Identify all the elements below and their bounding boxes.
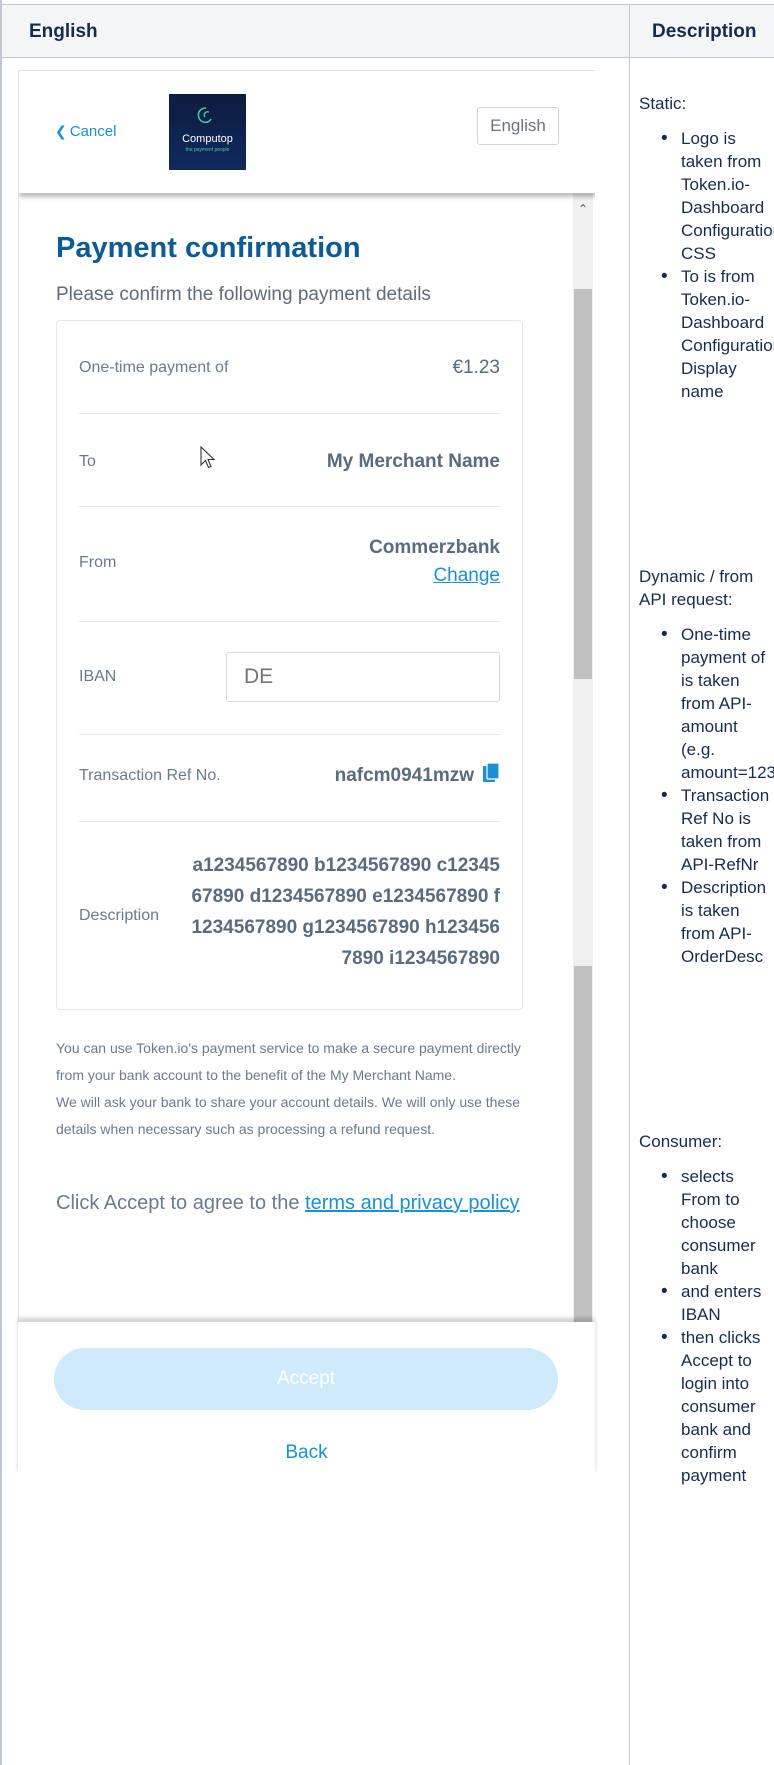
mouse-pointer-icon bbox=[200, 446, 216, 469]
from-row: From Commerzbank Change bbox=[79, 507, 500, 622]
column-header-english: English bbox=[29, 21, 98, 42]
description-row: Description a1234567890 b1234567890 c123… bbox=[79, 822, 500, 1010]
logo-tagline: the payment people bbox=[185, 147, 230, 153]
to-label: To bbox=[79, 453, 96, 470]
back-link[interactable]: Back bbox=[18, 1442, 595, 1464]
dynamic-list: One-time payment of is taken from API-am… bbox=[639, 623, 774, 968]
copy-icon[interactable] bbox=[482, 762, 500, 784]
amount-label: One-time payment of bbox=[79, 359, 229, 376]
footer-bar: Accept Back bbox=[18, 1322, 595, 1475]
dynamic-heading: Dynamic / from API request: bbox=[639, 567, 754, 609]
dynamic-item: One-time payment of is taken from API-am… bbox=[661, 623, 774, 784]
merchant-name: My Merchant Name bbox=[326, 451, 500, 472]
bank-name: Commerzbank bbox=[369, 537, 500, 558]
accept-button[interactable]: Accept bbox=[54, 1348, 558, 1410]
reference-label: Transaction Ref No. bbox=[79, 767, 221, 784]
language-button[interactable]: English bbox=[477, 107, 559, 145]
accept-terms-text: Click Accept to agree to the terms and p… bbox=[56, 1192, 520, 1215]
change-bank-link[interactable]: Change bbox=[433, 565, 500, 587]
amount-row: One-time payment of €1.23 bbox=[79, 321, 500, 414]
logo-name: Computop bbox=[182, 133, 233, 145]
scrollbar-thumb-lower[interactable] bbox=[574, 966, 592, 1329]
reference-row: Transaction Ref No. nafcm0941mzw bbox=[79, 735, 500, 822]
page-title: Payment confirmation bbox=[56, 232, 361, 264]
scrollbar-thumb[interactable] bbox=[574, 289, 592, 679]
logo-swirl-icon bbox=[197, 107, 212, 124]
chevron-left-icon: ❮ bbox=[55, 123, 67, 139]
iban-row: IBAN bbox=[79, 622, 500, 735]
amount-value: €1.23 bbox=[452, 357, 500, 378]
accept-terms-prefix: Click Accept to agree to the bbox=[56, 1192, 306, 1214]
static-notes: Static: Logo is taken from Token.io-Dash… bbox=[639, 92, 774, 403]
scroll-up-icon[interactable]: ⌃ bbox=[573, 199, 593, 219]
column-header-description: Description bbox=[652, 21, 757, 42]
column-divider bbox=[629, 4, 630, 1765]
dynamic-item: Description is taken from API-OrderDesc bbox=[661, 876, 774, 968]
payment-details-card: One-time payment of €1.23 To My Merchant… bbox=[56, 320, 523, 1010]
static-list: Logo is taken from Token.io-Dashboard Co… bbox=[639, 127, 774, 403]
scrollbar[interactable]: ⌃ ⌄ bbox=[573, 193, 593, 1343]
description-value: a1234567890 b1234567890 c1234567890 d123… bbox=[191, 855, 500, 969]
page: English Description ❮ Cancel Computop the… bbox=[0, 0, 774, 1765]
legal-text: You can use Token.io's payment service t… bbox=[56, 1035, 526, 1143]
static-heading: Static: bbox=[639, 94, 687, 113]
consumer-item: then clicks Accept to login into consume… bbox=[661, 1326, 774, 1487]
legal-paragraph-1: You can use Token.io's payment service t… bbox=[56, 1040, 521, 1083]
static-item: To is from Token.io-Dashboard Configurat… bbox=[661, 265, 774, 403]
dynamic-item: Transaction Ref No is taken from API-Ref… bbox=[661, 784, 774, 876]
legal-paragraph-2: We will ask your bank to share your acco… bbox=[56, 1094, 521, 1137]
cancel-label: Cancel bbox=[69, 123, 117, 140]
dynamic-notes: Dynamic / from API request: One-time pay… bbox=[639, 565, 774, 968]
iban-input[interactable] bbox=[226, 652, 500, 702]
static-item: Logo is taken from Token.io-Dashboard Co… bbox=[661, 127, 774, 265]
table-header-row: English Description bbox=[2, 4, 774, 58]
page-subtitle: Please confirm the following payment det… bbox=[56, 284, 431, 305]
merchant-logo: Computop the payment people bbox=[169, 94, 246, 170]
description-label: Description bbox=[79, 907, 160, 924]
consumer-item: selects From to choose consumer bank bbox=[661, 1165, 774, 1280]
reference-value: nafcm0941mzw bbox=[334, 765, 474, 786]
consumer-heading: Consumer: bbox=[639, 1132, 723, 1151]
from-label: From bbox=[79, 554, 117, 571]
cancel-link[interactable]: ❮ Cancel bbox=[55, 123, 116, 140]
to-row: To My Merchant Name bbox=[79, 414, 500, 507]
consumer-item: and enters IBAN bbox=[661, 1280, 774, 1326]
iban-label: IBAN bbox=[79, 668, 117, 685]
top-bar: ❮ Cancel Computop the payment people Engl… bbox=[19, 71, 595, 193]
terms-link[interactable]: terms and privacy policy bbox=[305, 1192, 520, 1214]
consumer-list: selects From to choose consumer bank and… bbox=[639, 1165, 774, 1487]
consumer-notes: Consumer: selects From to choose consume… bbox=[639, 1130, 774, 1487]
